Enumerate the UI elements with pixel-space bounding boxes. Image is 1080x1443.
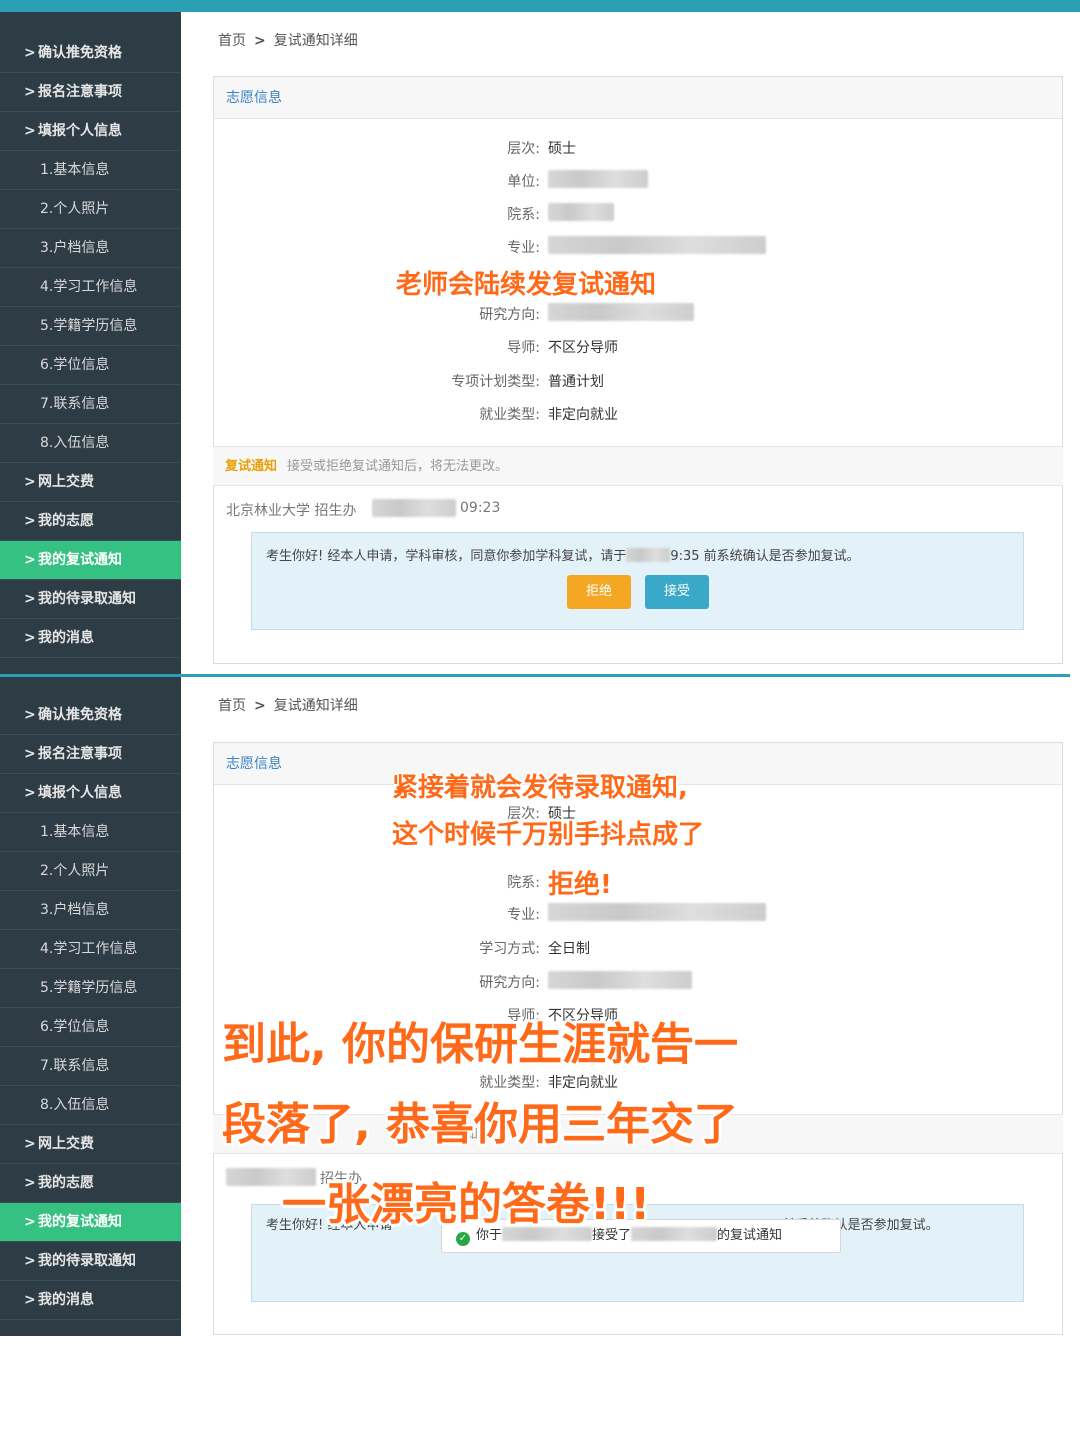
redacted-date [372, 499, 456, 517]
employment-value: 非定向就业 [548, 407, 618, 423]
breadcrumb-current: 复试通知详细 [273, 33, 358, 49]
notice-tag: 复试通知 [225, 459, 278, 474]
screenshot-panel-2: > 确认推免资格 > 报名注意事项 > 填报个人信息 1.基本信息 2.个人照片 3.… [0, 674, 1080, 1336]
field-employment: 就业类型: [479, 407, 540, 423]
field-special-plan: 专项计划类型: [451, 374, 540, 390]
sidebar-item-military[interactable]: 8.入伍信息 [0, 424, 181, 463]
redacted-direction [548, 971, 692, 989]
sidebar-item-admission-notice[interactable]: > 我的待录取通知 [0, 580, 181, 619]
plan-value: 普通计划 [548, 374, 604, 390]
chevron-right-icon: > [24, 84, 36, 100]
annotation-text-2c: 拒绝! [548, 870, 612, 900]
chevron-right-icon: > [24, 552, 36, 568]
sidebar-item-payment[interactable]: > 网上交费 [0, 463, 181, 502]
annotation-big-line-3: 一张漂亮的答卷!!! [282, 1179, 651, 1230]
notice-time: 09:23 [460, 500, 501, 516]
field-unit: 单位: [507, 174, 540, 190]
sidebar-item-my-choices[interactable]: > 我的志愿 [0, 1164, 181, 1203]
sidebar-item-confirm-qualification[interactable]: > 确认推免资格 [0, 34, 181, 73]
redacted-major [548, 236, 766, 254]
redacted-unit [548, 170, 648, 188]
field-major: 专业: [507, 240, 540, 256]
screenshot-panel-1: > 确认推免资格 > 报名注意事项 > 填报个人信息 1.基本信息 2.个人照片 3.… [0, 0, 1080, 674]
field-department: 院系: [507, 875, 540, 891]
sidebar-item-retest-notice[interactable]: > 我的复试通知 [0, 541, 181, 580]
annotation-text-2b: 这个时候千万别手抖点成了 [392, 820, 705, 850]
chevron-right-icon: > [24, 591, 36, 607]
breadcrumb-current: 复试通知详细 [273, 698, 358, 714]
section-title: 志愿信息 [214, 77, 1062, 119]
field-study-mode: 学习方式: [479, 941, 540, 957]
chevron-right-icon: > [24, 513, 36, 529]
chevron-right-icon: > [24, 1253, 36, 1269]
notice-sender: 北京林业大学 招生办 [226, 503, 357, 519]
sidebar-item-messages[interactable]: > 我的消息 [0, 1281, 181, 1320]
chevron-right-icon: > [24, 1214, 36, 1230]
chevron-right-icon: > [24, 45, 36, 61]
breadcrumb: 首页 > 复试通知详细 [218, 695, 358, 715]
sidebar-item-admission-notice[interactable]: > 我的待录取通知 [0, 1242, 181, 1281]
field-advisor: 导师: [507, 340, 540, 356]
retest-notice-header: 复试通知 接受或拒绝复试通知后，将无法更改。 [213, 446, 1063, 486]
chevron-right-icon: > [24, 1292, 36, 1308]
redacted-department [548, 203, 614, 221]
breadcrumb: 首页 > 复试通知详细 [218, 30, 358, 50]
chevron-right-icon: > [254, 33, 266, 49]
chevron-right-icon: > [24, 746, 36, 762]
field-research-direction: 研究方向: [479, 307, 540, 323]
sidebar-item-retest-notice[interactable]: > 我的复试通知 [0, 1203, 181, 1242]
sidebar-item-notes[interactable]: > 报名注意事项 [0, 735, 181, 774]
field-research-direction: 研究方向: [479, 975, 540, 991]
chevron-right-icon: > [24, 474, 36, 490]
redacted-deadline [626, 548, 671, 562]
top-bar [0, 0, 1080, 12]
breadcrumb-home[interactable]: 首页 [218, 698, 246, 714]
notice-tip: 接受或拒绝复试通知后，将无法更改。 [287, 459, 509, 474]
chevron-right-icon: > [254, 698, 266, 714]
annotation-text-1: 老师会陆续发复试通知 [396, 270, 657, 300]
chevron-right-icon: > [24, 1175, 36, 1191]
redacted-major [548, 903, 766, 921]
field-department: 院系: [507, 207, 540, 223]
annotation-big-line-1: 到此, 你的保研生涯就告一 [222, 1019, 739, 1070]
chevron-right-icon: > [24, 1136, 36, 1152]
annotation-text-2a: 紧接着就会发待录取通知, [392, 773, 688, 803]
advisor-value: 不区分导师 [548, 340, 618, 356]
level-value: 硕士 [548, 141, 576, 157]
sidebar-item-my-choices[interactable]: > 我的志愿 [0, 502, 181, 541]
redacted-direction [548, 303, 694, 321]
reject-button[interactable]: 拒绝 [567, 575, 631, 609]
sidebar-item-messages[interactable]: > 我的消息 [0, 619, 181, 658]
chevron-right-icon: > [24, 630, 36, 646]
field-major: 专业: [507, 907, 540, 923]
sidebar-item-confirm-qualification[interactable]: > 确认推免资格 [0, 696, 181, 735]
study-mode-value: 全日制 [548, 941, 590, 957]
breadcrumb-home[interactable]: 首页 [218, 33, 246, 49]
sidebar-item-notes[interactable]: > 报名注意事项 [0, 73, 181, 112]
panel-divider [0, 674, 1070, 677]
accept-button[interactable]: 接受 [645, 575, 709, 609]
sidebar-item-payment[interactable]: > 网上交费 [0, 1125, 181, 1164]
check-circle-icon: ✓ [456, 1232, 470, 1246]
chevron-right-icon: > [24, 707, 36, 723]
notice-message: 考生你好! 经本人申请，学科审核，同意你参加学科复试，请于 9:35 前系统确认是… [266, 548, 860, 564]
field-level: 层次: [507, 141, 540, 157]
annotation-big-line-2: 段落了, 恭喜你用三年交了 [222, 1099, 739, 1150]
